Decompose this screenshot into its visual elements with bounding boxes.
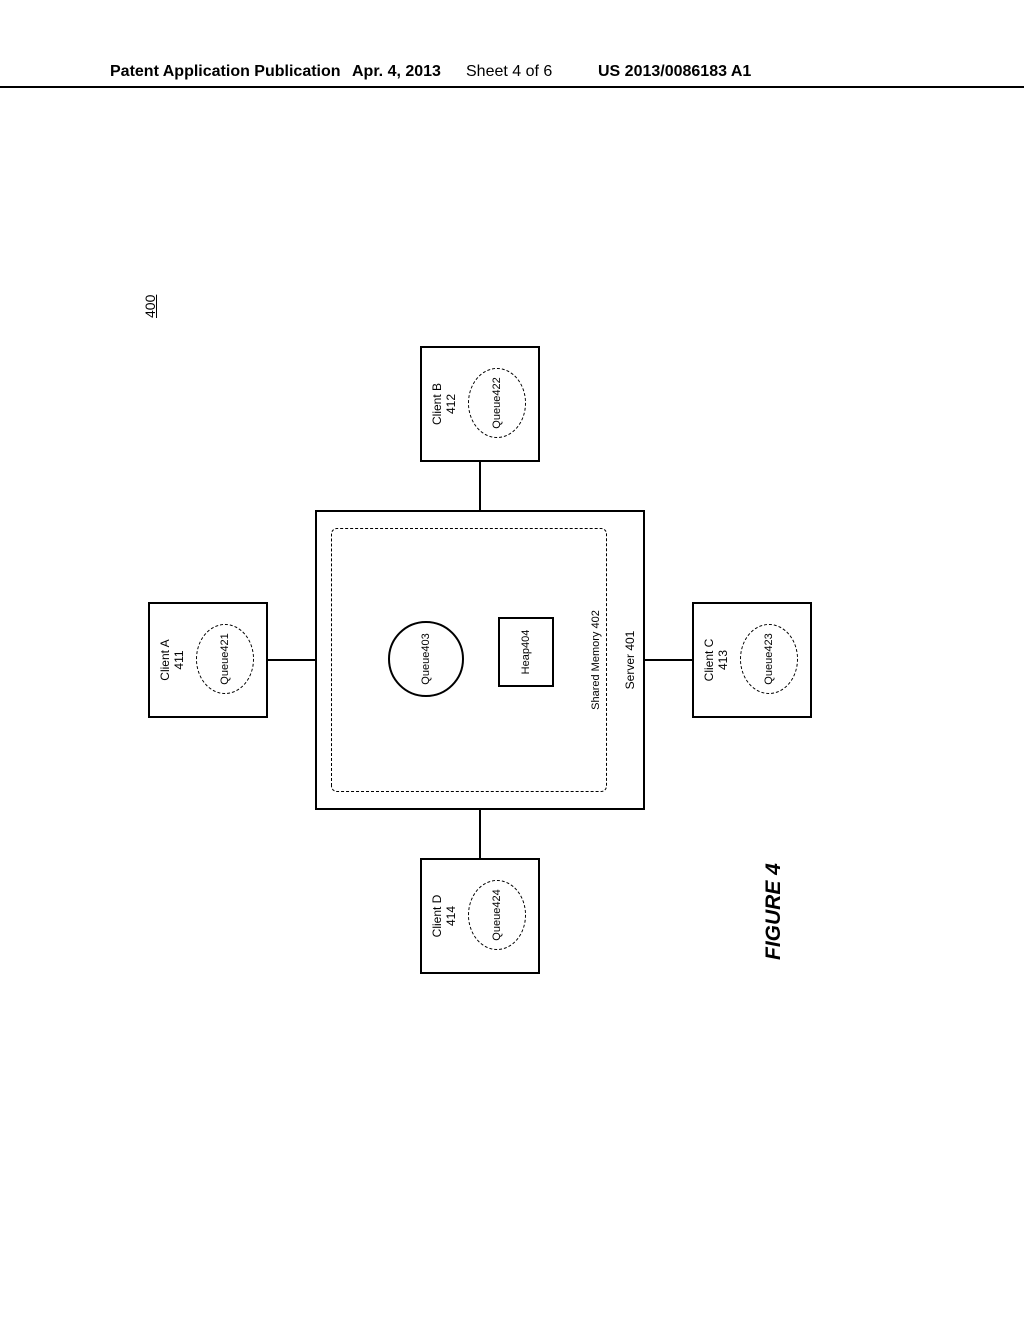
connector-client-b xyxy=(479,462,481,510)
client-b-number: 412 xyxy=(444,394,458,414)
server-queue: Queue 403 xyxy=(388,621,464,697)
figure-caption: FIGURE 4 xyxy=(762,863,786,960)
header-date: Apr. 4, 2013 xyxy=(352,63,441,81)
server-heap-number: 404 xyxy=(520,630,533,648)
page: Patent Application Publication Apr. 4, 2… xyxy=(0,0,1024,1320)
client-a-queue: Queue 421 xyxy=(196,624,254,694)
client-c-number: 413 xyxy=(716,650,730,670)
client-d-number: 414 xyxy=(444,906,458,926)
server-queue-number: 403 xyxy=(420,633,433,651)
client-c-queue-name: Queue xyxy=(763,652,776,685)
client-c-box: Client C 413 Queue 423 xyxy=(692,602,812,718)
server-queue-name: Queue xyxy=(420,652,433,685)
client-b-name: Client B 412 xyxy=(430,348,459,460)
client-b-box: Client B 412 Queue 422 xyxy=(420,346,540,462)
shared-memory-box: Queue 403 Heap 404 Shared Memory 402 xyxy=(331,528,607,792)
header-sheet: Sheet 4 of 6 xyxy=(466,63,552,81)
server-heap: Heap 404 xyxy=(498,617,554,687)
client-d-queue-number: 424 xyxy=(491,889,504,907)
client-b-queue: Queue 422 xyxy=(468,368,526,438)
client-c-queue: Queue 423 xyxy=(740,624,798,694)
header-rule xyxy=(0,86,1024,88)
client-a-box: Client A 411 Queue 421 xyxy=(148,602,268,718)
client-a-queue-number: 421 xyxy=(219,633,232,651)
server-label: Server 401 xyxy=(623,512,637,808)
connector-client-c xyxy=(645,659,692,661)
client-d-name: Client D 414 xyxy=(430,860,459,972)
header-publication: Patent Application Publication xyxy=(110,63,341,81)
client-a-name-text: Client A xyxy=(158,639,172,680)
server-heap-name: Heap xyxy=(520,648,533,674)
client-b-name-text: Client B xyxy=(430,383,444,425)
client-c-name-text: Client C xyxy=(702,639,716,682)
figure-area: 400 Queue 403 Heap xyxy=(140,320,840,1000)
diagram-reference-number: 400 xyxy=(142,295,158,318)
shared-memory-label: Shared Memory 402 xyxy=(590,529,602,791)
client-c-queue-number: 423 xyxy=(763,633,776,651)
client-d-name-text: Client D xyxy=(430,895,444,938)
client-a-number: 411 xyxy=(172,650,186,669)
client-b-queue-number: 422 xyxy=(491,377,504,395)
client-d-queue-name: Queue xyxy=(491,908,504,941)
client-c-name: Client C 413 xyxy=(702,604,731,716)
client-a-queue-name: Queue xyxy=(219,652,232,685)
diagram-canvas-wrap: Queue 403 Heap 404 Shared Memory 402 Ser… xyxy=(140,320,820,1000)
header-pub-number: US 2013/0086183 A1 xyxy=(598,63,751,81)
diagram-canvas: Queue 403 Heap 404 Shared Memory 402 Ser… xyxy=(140,320,820,1000)
client-a-name: Client A 411 xyxy=(158,604,187,716)
connector-client-d xyxy=(479,810,481,858)
client-d-box: Client D 414 Queue 424 xyxy=(420,858,540,974)
connector-client-a xyxy=(268,659,315,661)
client-d-queue: Queue 424 xyxy=(468,880,526,950)
client-b-queue-name: Queue xyxy=(491,396,504,429)
server-box: Queue 403 Heap 404 Shared Memory 402 Ser… xyxy=(315,510,645,810)
